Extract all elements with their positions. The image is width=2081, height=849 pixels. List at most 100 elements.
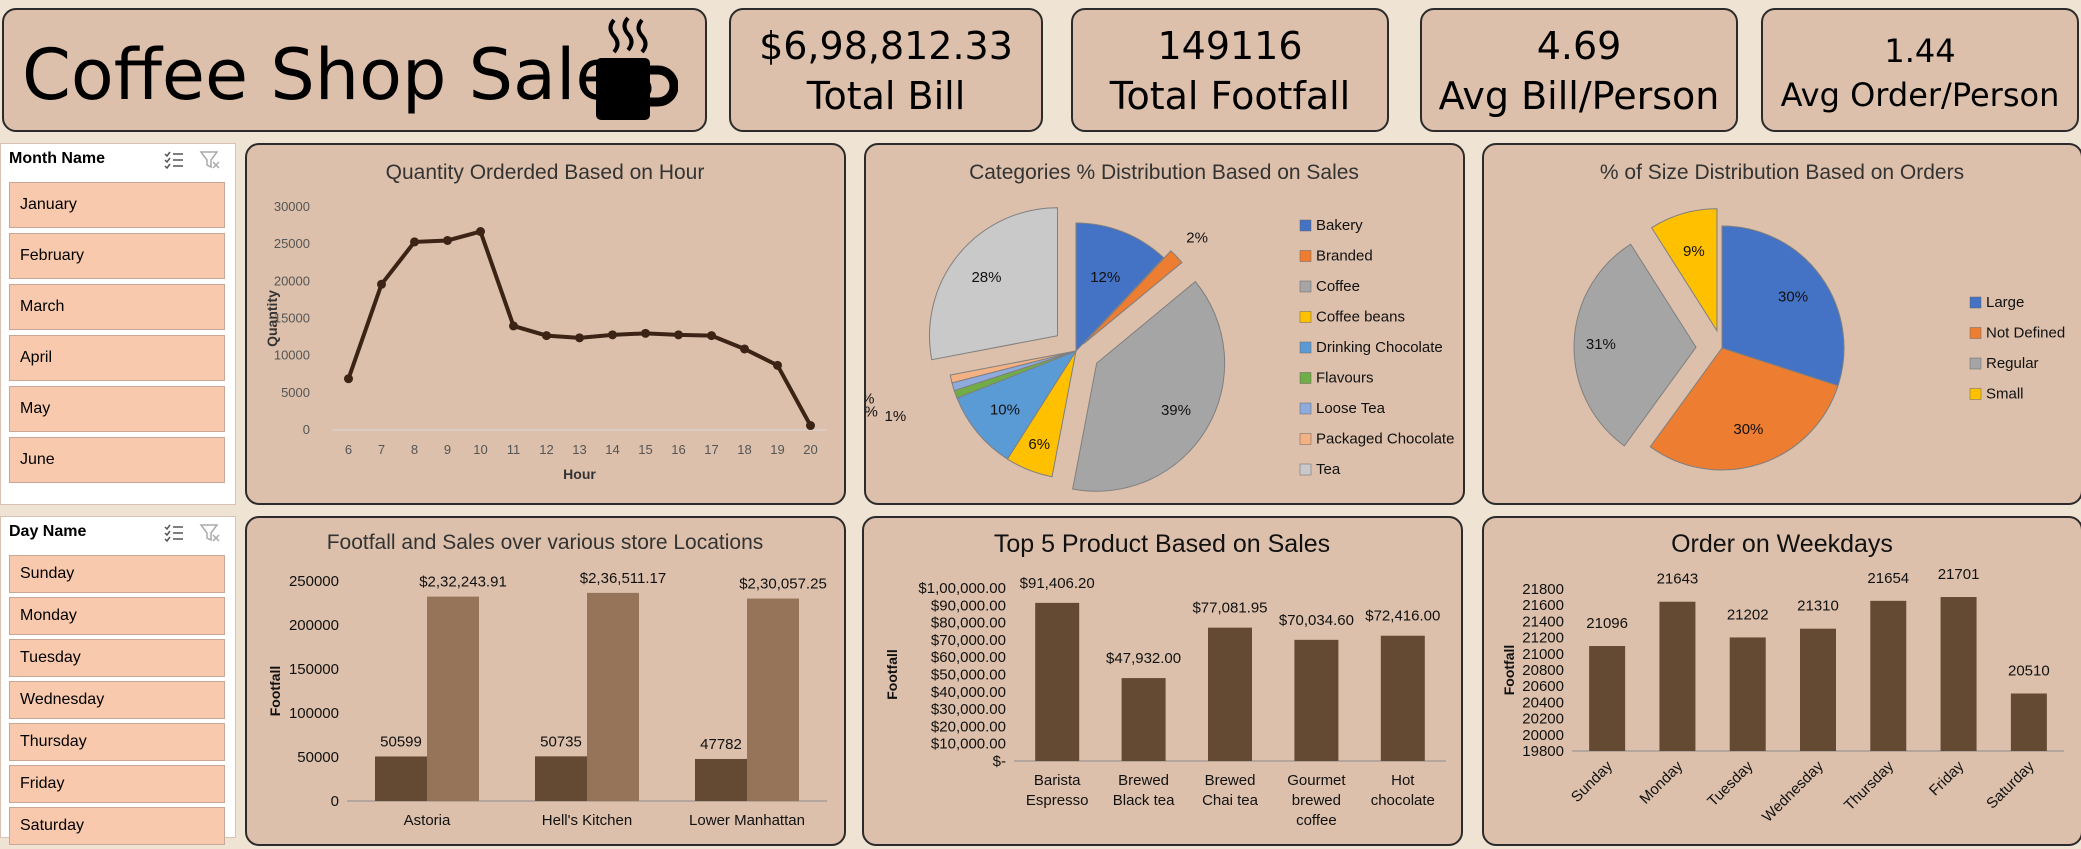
slice-label: 28% bbox=[971, 269, 1001, 286]
x-tick-label: brewed bbox=[1292, 792, 1341, 809]
data-label: $91,406.20 bbox=[1020, 575, 1095, 592]
x-tick-label: 15 bbox=[638, 442, 652, 457]
chart-title: Footfall and Sales over various store Lo… bbox=[327, 531, 764, 554]
x-tick-label: Hell's Kitchen bbox=[542, 812, 632, 829]
y-tick-label: 30000 bbox=[274, 199, 310, 214]
bar bbox=[1940, 597, 1977, 751]
x-tick-label: 19 bbox=[770, 442, 784, 457]
x-tick-label: Espresso bbox=[1026, 792, 1089, 809]
y-tick-label: $20,000.00 bbox=[931, 718, 1006, 735]
x-tick-label: Barista bbox=[1034, 772, 1081, 789]
kpi-label: Avg Order/Person bbox=[1780, 76, 2060, 114]
kpi-label: Total Bill bbox=[806, 74, 966, 118]
slice-label: 30% bbox=[1778, 288, 1808, 305]
bar bbox=[375, 756, 427, 801]
slice-label: 9% bbox=[1683, 243, 1705, 260]
x-tick-label: Thursday bbox=[1841, 757, 1898, 814]
multi-select-icon[interactable] bbox=[163, 523, 185, 543]
y-tick-label: 20400 bbox=[1522, 694, 1564, 711]
y-axis-title: Footfall bbox=[1501, 645, 1517, 696]
y-tick-label: 100000 bbox=[289, 705, 339, 722]
y-tick-label: $60,000.00 bbox=[931, 649, 1006, 666]
y-tick-label: 5000 bbox=[281, 385, 310, 400]
y-tick-label: 250000 bbox=[289, 573, 339, 590]
slicer-item-february[interactable]: February bbox=[9, 233, 225, 279]
locations-bar-chart: Footfall and Sales over various store Lo… bbox=[267, 531, 827, 829]
x-tick-label: 11 bbox=[507, 442, 521, 457]
bar bbox=[1294, 639, 1339, 761]
x-tick-label: 16 bbox=[671, 442, 685, 457]
slicer-item-friday[interactable]: Friday bbox=[9, 765, 225, 803]
data-label: $2,30,057.25 bbox=[739, 576, 827, 593]
data-label: 21643 bbox=[1657, 571, 1699, 588]
data-label: 21096 bbox=[1586, 615, 1628, 632]
legend-swatch bbox=[1299, 311, 1312, 323]
clear-filter-icon[interactable] bbox=[199, 150, 221, 170]
slicer-item-may[interactable]: May bbox=[9, 386, 225, 432]
data-label: 21701 bbox=[1938, 566, 1980, 583]
y-tick-label: $50,000.00 bbox=[931, 667, 1006, 684]
slicer-item-thursday[interactable]: Thursday bbox=[9, 723, 225, 761]
slicer-item-wednesday[interactable]: Wednesday bbox=[9, 681, 225, 719]
x-tick-label: 18 bbox=[737, 442, 751, 457]
data-label: 20510 bbox=[2008, 662, 2050, 679]
y-tick-label: 20000 bbox=[274, 273, 310, 288]
slice-label: 12% bbox=[1090, 269, 1120, 286]
kpi-value: 1.44 bbox=[1884, 32, 1956, 70]
y-tick-label: $10,000.00 bbox=[931, 736, 1006, 753]
legend-label: Large bbox=[1986, 294, 2024, 311]
data-point bbox=[575, 333, 584, 343]
legend-label: Regular bbox=[1986, 355, 2039, 372]
kpi-value: $6,98,812.33 bbox=[759, 24, 1013, 68]
legend-swatch bbox=[1299, 402, 1312, 415]
slicer-item-june[interactable]: June bbox=[9, 437, 225, 483]
x-tick-label: chocolate bbox=[1371, 792, 1435, 809]
x-tick-label: coffee bbox=[1296, 812, 1337, 829]
y-tick-label: 20600 bbox=[1522, 678, 1564, 695]
data-label: 21654 bbox=[1867, 570, 1909, 587]
slicer-item-tuesday[interactable]: Tuesday bbox=[9, 639, 225, 677]
data-point bbox=[509, 321, 518, 331]
y-tick-label: 21600 bbox=[1522, 597, 1564, 614]
slicer-item-march[interactable]: March bbox=[9, 284, 225, 330]
legend-label: Flavours bbox=[1316, 370, 1374, 387]
x-tick-label: Astoria bbox=[404, 812, 451, 829]
slice-label: 6% bbox=[1028, 436, 1050, 453]
clear-filter-icon[interactable] bbox=[199, 523, 221, 543]
legend-label: Branded bbox=[1316, 248, 1373, 265]
y-tick-label: 21000 bbox=[1522, 646, 1564, 663]
x-tick-label: 14 bbox=[605, 442, 619, 457]
bar bbox=[1035, 602, 1080, 761]
multi-select-icon[interactable] bbox=[163, 150, 185, 170]
slicer-item-sunday[interactable]: Sunday bbox=[9, 555, 225, 593]
weekdays-chart-card: Order on Weekdays 19800 20000 20200 20400 206… bbox=[1482, 516, 2081, 846]
legend-swatch bbox=[1969, 327, 1982, 339]
y-tick-label: $90,000.00 bbox=[931, 597, 1006, 614]
chart-title: Top 5 Product Based on Sales bbox=[994, 530, 1330, 558]
y-tick-label: 20800 bbox=[1522, 662, 1564, 679]
y-tick-label: 50000 bbox=[297, 749, 339, 766]
slicer-item-monday[interactable]: Monday bbox=[9, 597, 225, 635]
slicer-item-saturday[interactable]: Saturday bbox=[9, 807, 225, 845]
y-tick-label: $70,000.00 bbox=[931, 632, 1006, 649]
y-tick-label: 25000 bbox=[274, 236, 310, 251]
chart-title: Categories % Distribution Based on Sales bbox=[969, 161, 1359, 184]
y-tick-label: 150000 bbox=[289, 661, 339, 678]
x-axis-title: Hour bbox=[563, 466, 596, 482]
data-point bbox=[740, 344, 749, 354]
x-tick-label: Black tea bbox=[1113, 792, 1175, 809]
legend-swatch bbox=[1299, 372, 1312, 384]
slicer-item-april[interactable]: April bbox=[9, 335, 225, 381]
legend-swatch bbox=[1299, 433, 1312, 445]
bar bbox=[2010, 693, 2047, 751]
slice-label: 30% bbox=[1733, 421, 1763, 438]
y-tick-label: $- bbox=[993, 753, 1006, 770]
sizes-pie-chart: % of Size Distribution Based on Orders 30… bbox=[1573, 161, 2065, 471]
x-tick-label: 17 bbox=[704, 442, 718, 457]
series-line bbox=[346, 229, 813, 427]
bar bbox=[1800, 628, 1836, 751]
bar bbox=[1121, 678, 1166, 761]
slicer-item-january[interactable]: January bbox=[9, 182, 225, 228]
x-tick-label: 13 bbox=[572, 442, 586, 457]
bar bbox=[1589, 646, 1626, 751]
